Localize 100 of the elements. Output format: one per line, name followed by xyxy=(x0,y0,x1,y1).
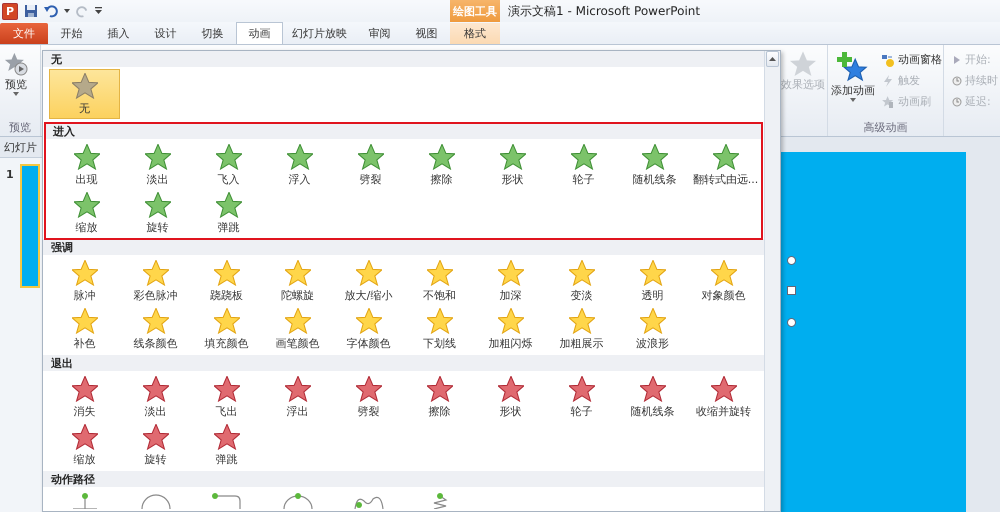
animation-effect[interactable]: 旋转 xyxy=(120,421,191,469)
animation-effect[interactable]: 轮子 xyxy=(546,373,617,421)
star-icon xyxy=(642,144,668,170)
preview-button[interactable]: 预览 xyxy=(1,49,31,120)
ribbon-tab[interactable]: 视图 xyxy=(403,23,450,44)
ribbon-tab[interactable]: 设计 xyxy=(142,23,189,44)
star-icon xyxy=(216,144,242,170)
animation-effect[interactable]: 形状 xyxy=(475,373,546,421)
animation-effect[interactable]: 加粗展示 xyxy=(546,305,617,353)
star-icon xyxy=(356,376,382,402)
ribbon-tab[interactable]: 插入 xyxy=(95,23,142,44)
animation-effect[interactable]: 旋转 xyxy=(122,189,193,237)
animation-effect[interactable]: 线条颜色 xyxy=(120,305,191,353)
animation-effect[interactable]: 无 xyxy=(49,69,120,119)
ribbon-tab[interactable]: 动画 xyxy=(236,22,283,44)
star-icon xyxy=(72,308,98,334)
animation-effect[interactable]: 对象颜色 xyxy=(688,257,759,305)
star-icon xyxy=(498,308,524,334)
slides-tab[interactable]: 幻灯片 xyxy=(0,137,42,158)
star-icon xyxy=(72,424,98,450)
star-icon xyxy=(142,260,168,286)
star-icon xyxy=(142,424,168,450)
resize-handle[interactable] xyxy=(787,286,796,295)
animation-effect[interactable]: 画笔颜色 xyxy=(262,305,333,353)
star-icon xyxy=(216,192,242,218)
animation-effect[interactable]: 翻转式由远... xyxy=(690,141,761,189)
star-icon xyxy=(144,144,170,170)
animation-effect[interactable]: 出现 xyxy=(51,141,122,189)
up-arrow-icon xyxy=(769,57,776,61)
animation-effect[interactable]: 淡出 xyxy=(122,141,193,189)
animation-effect[interactable]: 透明 xyxy=(617,257,688,305)
ribbon-tab[interactable]: 格式 xyxy=(450,23,500,44)
animation-effect[interactable]: 下划线 xyxy=(404,305,475,353)
star-icon xyxy=(356,308,382,334)
star-icon xyxy=(142,308,168,334)
animation-effect[interactable]: 淡出 xyxy=(120,373,191,421)
animation-effect[interactable]: 加粗闪烁 xyxy=(475,305,546,353)
animation-effect[interactable]: 陀螺旋 xyxy=(262,257,333,305)
star-icon xyxy=(498,376,524,402)
star-icon xyxy=(428,144,454,170)
animation-effect[interactable]: 收缩并旋转 xyxy=(688,373,759,421)
animation-effect[interactable]: 弹跳 xyxy=(193,189,264,237)
animation-effect[interactable]: 加深 xyxy=(475,257,546,305)
star-icon xyxy=(74,144,100,170)
star-icon xyxy=(214,376,240,402)
animation-effect[interactable]: 劈裂 xyxy=(333,373,404,421)
animation-effect[interactable]: 随机线条 xyxy=(617,373,688,421)
resize-handle[interactable] xyxy=(787,318,796,327)
animation-effect[interactable]: 浮出 xyxy=(262,373,333,421)
star-icon xyxy=(358,144,384,170)
star-icon xyxy=(568,260,594,286)
animation-effect[interactable]: 波浪形 xyxy=(617,305,688,353)
ribbon-tab[interactable]: 幻灯片放映 xyxy=(283,23,356,44)
resize-handle[interactable] xyxy=(787,256,796,265)
animation-effect[interactable]: 飞入 xyxy=(193,141,264,189)
animation-effect[interactable]: 弹跳 xyxy=(191,421,262,469)
animation-effect[interactable]: 擦除 xyxy=(406,141,477,189)
animation-effect[interactable]: 缩放 xyxy=(51,189,122,237)
animation-effect[interactable]: 随机线条 xyxy=(619,141,690,189)
ribbon-tab[interactable]: 切换 xyxy=(189,23,236,44)
ribbon-tab[interactable]: 审阅 xyxy=(356,23,403,44)
animation-effect[interactable]: 补色 xyxy=(49,305,120,353)
animation-effect[interactable]: 轮子 xyxy=(548,141,619,189)
animation-effect[interactable]: 字体颜色 xyxy=(333,305,404,353)
animation-effect[interactable]: 脉冲 xyxy=(49,257,120,305)
animation-effect[interactable]: 不饱和 xyxy=(404,257,475,305)
star-icon xyxy=(568,308,594,334)
ribbon-tab[interactable]: 开始 xyxy=(48,23,95,44)
animation-effect[interactable]: 消失 xyxy=(49,373,120,421)
animation-effect[interactable]: 飞出 xyxy=(191,373,262,421)
star-icon xyxy=(284,260,310,286)
animation-effect[interactable]: 放大/缩小 xyxy=(333,257,404,305)
animation-effect[interactable]: 彩色脉冲 xyxy=(120,257,191,305)
animation-effect[interactable]: 缩放 xyxy=(49,421,120,469)
save-icon[interactable] xyxy=(24,4,38,18)
ribbon-tab[interactable]: 文件 xyxy=(0,23,48,44)
animation-effect[interactable]: 变淡 xyxy=(546,257,617,305)
animation-effect[interactable]: 浮入 xyxy=(264,141,335,189)
animation-effect[interactable]: 擦除 xyxy=(404,373,475,421)
slide-thumbnail[interactable] xyxy=(20,164,40,288)
scroll-up-button[interactable] xyxy=(766,51,779,67)
star-icon xyxy=(72,376,98,402)
caret-icon xyxy=(13,92,19,96)
caret-icon[interactable] xyxy=(64,9,70,13)
animation-effect[interactable]: 形状 xyxy=(477,141,548,189)
animation-effect[interactable]: 劈裂 xyxy=(335,141,406,189)
star-icon xyxy=(500,144,526,170)
star-icon xyxy=(570,144,596,170)
star-icon xyxy=(214,424,240,450)
animation-effect[interactable]: 填充颜色 xyxy=(191,305,262,353)
clock-icon xyxy=(952,96,962,106)
star-play-icon xyxy=(3,51,29,77)
customize-icon[interactable] xyxy=(95,7,102,15)
star-icon xyxy=(568,376,594,402)
ribbon-command[interactable]: 动画窗格 xyxy=(879,49,944,70)
add-animation-button[interactable]: 添加动画 xyxy=(829,49,877,120)
star-icon xyxy=(640,260,666,286)
animation-effect[interactable]: 跷跷板 xyxy=(191,257,262,305)
star-icon xyxy=(640,308,666,334)
undo-icon[interactable] xyxy=(44,4,58,18)
